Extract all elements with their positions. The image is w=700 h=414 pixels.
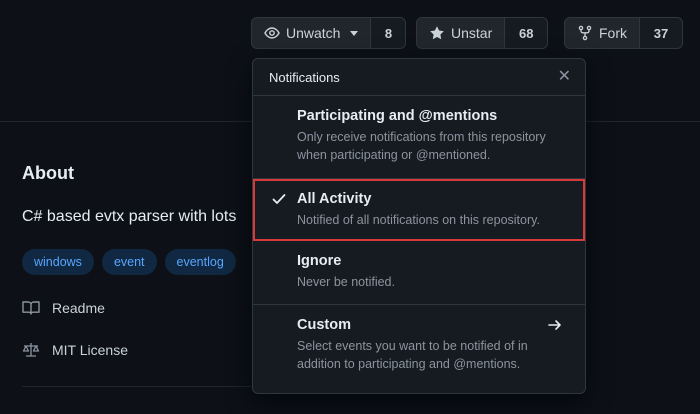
notifications-dropdown: Notifications ✕ Participating and @menti… xyxy=(252,58,586,394)
scale-icon xyxy=(22,342,40,358)
license-label: MIT License xyxy=(52,342,128,358)
topic-list: windows event eventlog xyxy=(22,249,236,275)
license-link[interactable]: MIT License xyxy=(22,342,128,358)
unstar-button[interactable]: Unstar xyxy=(417,18,506,48)
option-title: Custom xyxy=(297,317,351,333)
option-participating[interactable]: Participating and @mentions Only receive… xyxy=(253,96,585,179)
readme-label: Readme xyxy=(52,300,105,316)
readme-link[interactable]: Readme xyxy=(22,300,105,316)
option-all-activity[interactable]: All Activity Notified of all notificatio… xyxy=(253,179,585,241)
notifications-title: Notifications xyxy=(269,69,340,85)
fork-button[interactable]: Fork xyxy=(565,18,640,48)
watch-count[interactable]: 8 xyxy=(371,18,406,48)
option-ignore[interactable]: Ignore Never be notified. xyxy=(253,241,585,305)
fork-label: Fork xyxy=(599,25,627,41)
star-count[interactable]: 68 xyxy=(505,18,548,48)
fork-button-group: Fork 37 xyxy=(564,17,683,49)
fork-icon xyxy=(577,25,593,41)
eye-icon xyxy=(264,25,280,41)
about-heading: About xyxy=(22,163,74,183)
option-custom[interactable]: Custom Select events you want to be noti… xyxy=(253,305,585,391)
option-description: Select events you want to be notified of… xyxy=(297,339,528,371)
fork-count[interactable]: 37 xyxy=(640,18,682,48)
option-title: All Activity xyxy=(297,191,372,207)
arrow-right-icon xyxy=(547,317,563,338)
notifications-header: Notifications ✕ xyxy=(253,59,585,96)
watch-button-group: Unwatch 8 xyxy=(251,17,407,49)
option-description: Notified of all notifications on this re… xyxy=(297,213,540,227)
chevron-down-icon xyxy=(350,30,359,36)
star-button-group: Unstar 68 xyxy=(416,17,549,49)
topic-tag[interactable]: windows xyxy=(22,249,94,275)
about-description: C# based evtx parser with lots xyxy=(22,208,237,225)
unwatch-button[interactable]: Unwatch xyxy=(252,18,372,48)
option-description: Only receive notifications from this rep… xyxy=(297,130,546,162)
option-title: Participating and @mentions xyxy=(297,108,498,124)
option-description: Never be notified. xyxy=(297,275,395,289)
star-icon xyxy=(429,25,445,41)
close-icon[interactable]: ✕ xyxy=(558,69,571,85)
check-icon xyxy=(271,191,287,212)
unwatch-label: Unwatch xyxy=(286,25,341,41)
topic-tag[interactable]: eventlog xyxy=(164,249,236,275)
option-title: Ignore xyxy=(297,253,342,269)
unstar-label: Unstar xyxy=(451,25,493,41)
book-icon xyxy=(22,300,40,316)
topic-tag[interactable]: event xyxy=(101,249,157,275)
